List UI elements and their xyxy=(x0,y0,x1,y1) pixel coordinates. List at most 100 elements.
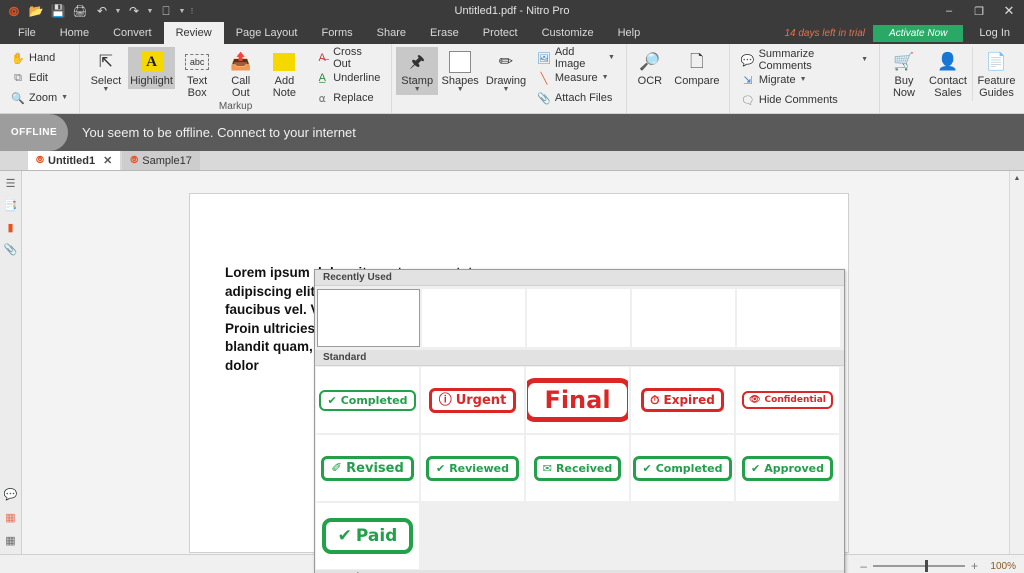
create-dropdown-icon[interactable]: ▼ xyxy=(178,8,186,15)
text-box-tool-button[interactable]: abc Text Box xyxy=(175,47,219,101)
row-filler xyxy=(420,502,844,570)
scroll-up-icon[interactable]: ▲ xyxy=(1010,171,1024,185)
tab-erase[interactable]: Erase xyxy=(418,22,471,44)
zoom-slider-thumb[interactable] xyxy=(924,560,928,572)
cross-out-button[interactable]: A̶ Cross Out xyxy=(312,46,385,70)
recent-stamp-4[interactable] xyxy=(632,289,735,347)
summarize-comments-button[interactable]: 💬 Summarize Comments ▼ xyxy=(738,48,871,72)
create-icon[interactable]: ⎕ xyxy=(156,2,176,20)
stamp-final[interactable]: Final xyxy=(526,367,629,433)
attach-files-button[interactable]: 📎 Attach Files xyxy=(534,89,618,107)
zoom-out-button[interactable]: – xyxy=(860,559,867,573)
measure-dropdown-icon[interactable]: ▼ xyxy=(602,74,609,81)
redaction-panel-icon[interactable]: ▦ xyxy=(3,509,19,525)
recent-stamp-2[interactable] xyxy=(422,289,525,347)
drawing-dropdown-icon[interactable]: ▼ xyxy=(503,86,510,93)
drawing-tool-button[interactable]: ✏ Drawing ▼ xyxy=(482,47,530,95)
close-button[interactable]: ✕ xyxy=(994,0,1024,22)
customize-toolbar-icon[interactable]: ⋮ xyxy=(188,7,196,15)
tab-customize[interactable]: Customize xyxy=(530,22,606,44)
tab-home[interactable]: Home xyxy=(48,22,101,44)
select-dropdown-icon[interactable]: ▼ xyxy=(102,86,109,93)
zoom-slider[interactable] xyxy=(872,560,965,572)
summarize-dropdown-icon[interactable]: ▼ xyxy=(861,56,868,63)
attachments-panel-icon[interactable]: 📎 xyxy=(3,241,19,257)
document-tab-sample17[interactable]: ⦾ Sample17 xyxy=(122,151,200,170)
edit-tool-label: Edit xyxy=(29,72,48,84)
measure-label: Measure xyxy=(554,72,598,84)
feature-guides-button[interactable]: 📄 Feature Guides xyxy=(972,47,1020,101)
migrate-dropdown-icon[interactable]: ▼ xyxy=(800,76,807,83)
tab-file[interactable]: File xyxy=(6,22,48,44)
contact-sales-button[interactable]: 👤 Contact Sales xyxy=(924,47,972,101)
zoom-tool-button[interactable]: 🔍 Zoom ▼ xyxy=(8,89,71,107)
pdf-file-icon: ⦾ xyxy=(36,155,44,166)
save-icon[interactable]: 💾 xyxy=(48,2,68,20)
add-note-tool-button[interactable]: Add Note xyxy=(263,47,307,101)
recent-stamp-1[interactable] xyxy=(317,289,420,347)
hand-tool-button[interactable]: ✋ Hand xyxy=(8,49,71,67)
zoom-in-button[interactable]: + xyxy=(971,559,978,573)
close-tab-icon[interactable]: ✕ xyxy=(103,154,112,167)
measure-button[interactable]: ╲ Measure ▼ xyxy=(534,69,618,87)
ocr-button[interactable]: 🔎 OCR xyxy=(631,47,669,89)
log-in-button[interactable]: Log In xyxy=(971,27,1018,39)
tab-review[interactable]: Review xyxy=(163,22,224,44)
add-image-dropdown-icon[interactable]: ▼ xyxy=(608,54,615,61)
tab-convert[interactable]: Convert xyxy=(101,22,164,44)
redo-icon[interactable]: ↷ xyxy=(124,2,144,20)
tab-help[interactable]: Help xyxy=(606,22,653,44)
recent-stamp-5[interactable] xyxy=(737,289,840,347)
stamp-completed-2[interactable]: ✔ Completed xyxy=(631,435,734,501)
add-image-button[interactable]: 🖼 Add Image ▼ xyxy=(534,46,618,70)
document-scrollbar[interactable]: ▲ xyxy=(1009,171,1024,554)
recent-stamp-3[interactable] xyxy=(527,289,630,347)
tab-forms[interactable]: Forms xyxy=(309,22,364,44)
hide-comments-label: Hide Comments xyxy=(758,94,838,106)
undo-icon[interactable]: ↶ xyxy=(92,2,112,20)
layers-panel-icon[interactable]: ▦ xyxy=(3,532,19,548)
undo-dropdown-icon[interactable]: ▼ xyxy=(114,8,122,15)
stamp-reviewed[interactable]: ✔ Reviewed xyxy=(421,435,524,501)
select-tool-button[interactable]: ⇱ Select ▼ xyxy=(84,47,128,95)
stamp-tool-button[interactable]: 🖈 Stamp ▼ xyxy=(396,47,439,95)
stamp-dropdown-icon[interactable]: ▼ xyxy=(414,86,421,93)
minimize-button[interactable]: – xyxy=(934,0,964,22)
tab-share[interactable]: Share xyxy=(365,22,418,44)
stamp-expired[interactable]: ⏱ Expired xyxy=(631,367,734,433)
edit-tool-button[interactable]: ⧉ Edit xyxy=(8,69,71,87)
migrate-button[interactable]: ⇲ Migrate ▼ xyxy=(738,71,871,89)
call-out-tool-button[interactable]: 📤 Call Out xyxy=(219,47,263,101)
stamp-graphic: Final xyxy=(527,378,628,422)
open-icon[interactable]: 📂 xyxy=(26,2,46,20)
stamp-urgent[interactable]: ⓘ Urgent xyxy=(421,367,524,433)
underline-button[interactable]: A̲ Underline xyxy=(312,69,385,87)
maximize-button[interactable]: ❐ xyxy=(964,0,994,22)
chevron-down-icon[interactable]: ▼ xyxy=(61,94,68,101)
stamp-paid[interactable]: ✔ Paid xyxy=(316,503,419,569)
hide-comments-button[interactable]: 🗨 Hide Comments xyxy=(738,91,871,109)
document-tab-untitled1[interactable]: ⦾ Untitled1 ✕ xyxy=(28,151,121,170)
buy-now-button[interactable]: 🛒 Buy Now xyxy=(884,47,924,101)
signature-panel-icon[interactable]: ▮ xyxy=(3,219,19,235)
stamp-received[interactable]: ✉ Received xyxy=(526,435,629,501)
tab-protect[interactable]: Protect xyxy=(471,22,530,44)
shapes-dropdown-icon[interactable]: ▼ xyxy=(457,86,464,93)
note-shape xyxy=(273,53,296,71)
clock-x-icon: ⏱ xyxy=(650,393,660,407)
stamp-revised[interactable]: ✐ Revised xyxy=(316,435,419,501)
print-icon[interactable]: 🖨 xyxy=(70,2,90,20)
stamp-confidential[interactable]: 👁 Confidential xyxy=(736,367,839,433)
shapes-tool-button[interactable]: Shapes ▼ xyxy=(438,47,482,95)
tab-page-layout[interactable]: Page Layout xyxy=(224,22,310,44)
compare-button[interactable]: 🗋 Compare xyxy=(669,47,725,89)
pages-panel-icon[interactable]: ☰ xyxy=(3,175,19,191)
activate-now-button[interactable]: Activate Now xyxy=(873,24,964,42)
standard-stamp-row-2: ✐ Revised ✔ Reviewed ✉ Received ✔ Comple… xyxy=(315,434,844,502)
redo-dropdown-icon[interactable]: ▼ xyxy=(146,8,154,15)
stamp-approved[interactable]: ✔ Approved xyxy=(736,435,839,501)
bookmarks-panel-icon[interactable]: 📑 xyxy=(3,197,19,213)
stamp-completed[interactable]: ✔ Completed xyxy=(316,367,419,433)
highlight-tool-button[interactable]: A Highlight xyxy=(127,47,176,89)
comments-panel-icon[interactable]: 💬 xyxy=(3,486,19,502)
